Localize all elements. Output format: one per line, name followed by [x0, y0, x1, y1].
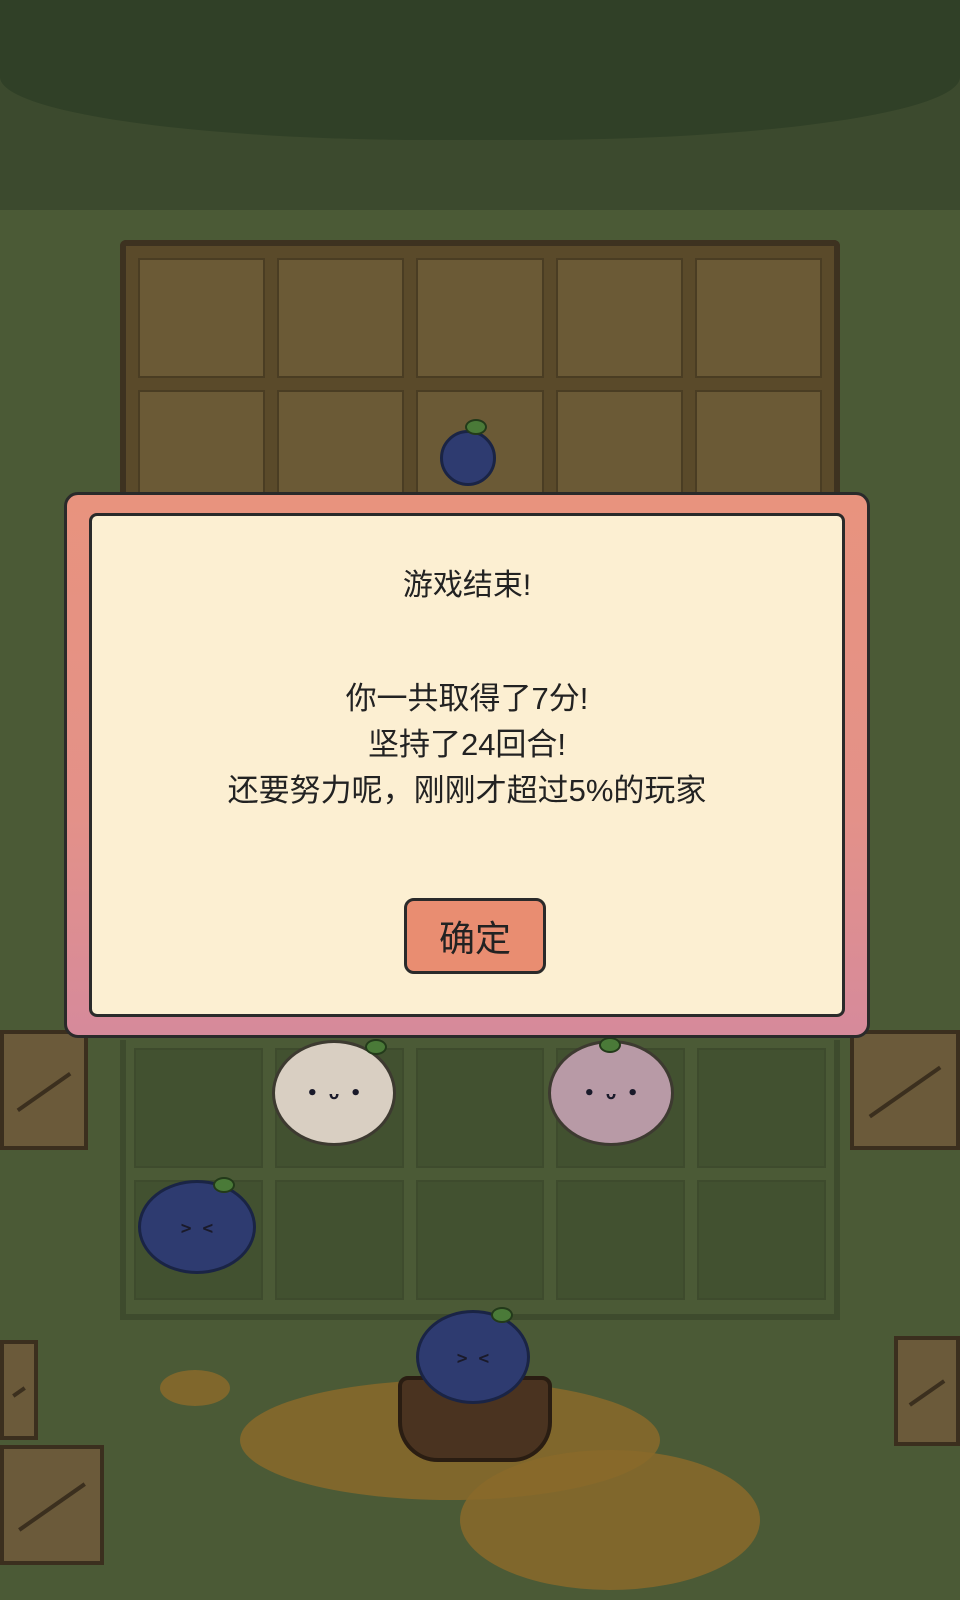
- dialog-body: 你一共取得了7分! 坚持了24回合! 还要努力呢，刚刚才超过5%的玩家: [92, 676, 842, 814]
- score-text: 你一共取得了7分!: [345, 681, 589, 716]
- game-over-dialog: 游戏结束! 你一共取得了7分! 坚持了24回合! 还要努力呢，刚刚才超过5%的玩…: [64, 492, 870, 1038]
- confirm-button[interactable]: 确定: [404, 898, 546, 974]
- rank-text: 还要努力呢，刚刚才超过5%的玩家: [227, 773, 707, 808]
- dialog-panel: 游戏结束! 你一共取得了7分! 坚持了24回合! 还要努力呢，刚刚才超过5%的玩…: [89, 513, 845, 1017]
- dialog-title: 游戏结束!: [402, 569, 532, 602]
- game-over-overlay: 游戏结束! 你一共取得了7分! 坚持了24回合! 还要努力呢，刚刚才超过5%的玩…: [0, 0, 960, 1600]
- rounds-text: 坚持了24回合!: [367, 727, 567, 762]
